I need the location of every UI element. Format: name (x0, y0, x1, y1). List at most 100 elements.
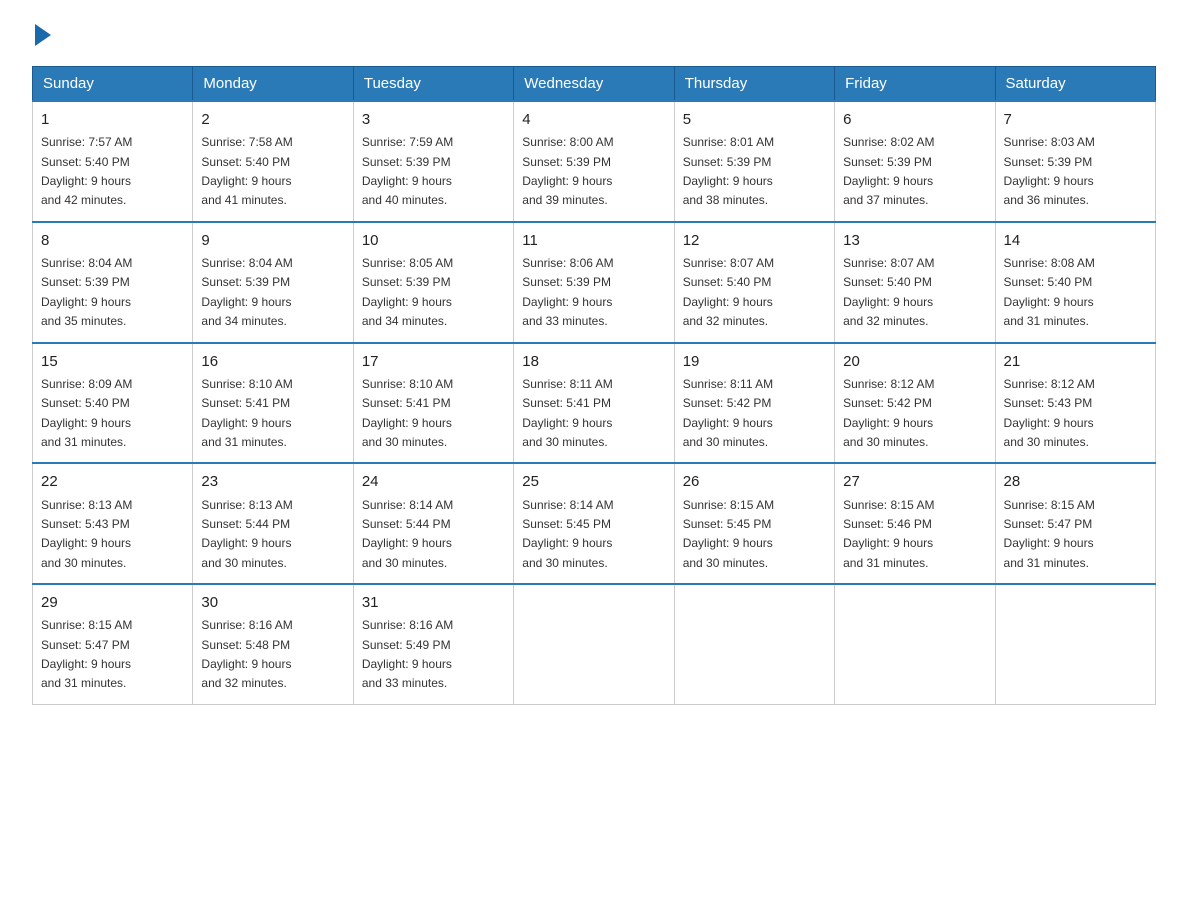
day-info: Sunrise: 8:02 AMSunset: 5:39 PMDaylight:… (843, 135, 934, 207)
day-info: Sunrise: 8:04 AMSunset: 5:39 PMDaylight:… (41, 256, 132, 328)
day-cell (835, 584, 995, 704)
day-cell: 17 Sunrise: 8:10 AMSunset: 5:41 PMDayligh… (353, 343, 513, 464)
day-number: 5 (683, 108, 826, 131)
day-cell: 31Sunrise: 8:16 AMSunset: 5:49 PMDayligh… (353, 584, 513, 704)
day-info: Sunrise: 7:59 AMSunset: 5:39 PMDaylight:… (362, 135, 453, 207)
day-info: Sunrise: 8:10 AMSunset: 5:41 PMDaylight:… (362, 377, 453, 449)
day-number: 17 (362, 350, 505, 373)
day-info: Sunrise: 8:07 AMSunset: 5:40 PMDaylight:… (683, 256, 774, 328)
day-cell: 8 Sunrise: 8:04 AMSunset: 5:39 PMDaylight… (33, 222, 193, 343)
day-info: Sunrise: 8:11 AMSunset: 5:41 PMDaylight:… (522, 377, 613, 449)
day-info: Sunrise: 8:14 AMSunset: 5:45 PMDaylight:… (522, 498, 613, 570)
day-number: 26 (683, 470, 826, 493)
day-info: Sunrise: 8:15 AMSunset: 5:45 PMDaylight:… (683, 498, 774, 570)
day-cell: 28 Sunrise: 8:15 AMSunset: 5:47 PMDayligh… (995, 463, 1155, 584)
day-number: 31 (362, 591, 505, 614)
day-cell (514, 584, 674, 704)
day-info: Sunrise: 8:03 AMSunset: 5:39 PMDaylight:… (1004, 135, 1095, 207)
week-row-2: 8 Sunrise: 8:04 AMSunset: 5:39 PMDaylight… (33, 222, 1156, 343)
week-row-5: 29 Sunrise: 8:15 AMSunset: 5:47 PMDayligh… (33, 584, 1156, 704)
day-info: Sunrise: 8:12 AMSunset: 5:43 PMDaylight:… (1004, 377, 1095, 449)
day-info: Sunrise: 8:05 AMSunset: 5:39 PMDaylight:… (362, 256, 453, 328)
day-number: 23 (201, 470, 344, 493)
day-cell: 4 Sunrise: 8:00 AMSunset: 5:39 PMDaylight… (514, 101, 674, 222)
day-info: Sunrise: 8:15 AMSunset: 5:47 PMDaylight:… (41, 618, 132, 690)
day-number: 28 (1004, 470, 1147, 493)
day-info: Sunrise: 8:00 AMSunset: 5:39 PMDaylight:… (522, 135, 613, 207)
day-cell: 7 Sunrise: 8:03 AMSunset: 5:39 PMDaylight… (995, 101, 1155, 222)
day-cell: 26 Sunrise: 8:15 AMSunset: 5:45 PMDayligh… (674, 463, 834, 584)
day-cell: 5 Sunrise: 8:01 AMSunset: 5:39 PMDaylight… (674, 101, 834, 222)
day-info: Sunrise: 8:13 AMSunset: 5:43 PMDaylight:… (41, 498, 132, 570)
day-cell: 27Sunrise: 8:15 AMSunset: 5:46 PMDayligh… (835, 463, 995, 584)
day-cell (674, 584, 834, 704)
day-cell: 15Sunrise: 8:09 AMSunset: 5:40 PMDayligh… (33, 343, 193, 464)
day-number: 10 (362, 229, 505, 252)
day-cell: 23 Sunrise: 8:13 AMSunset: 5:44 PMDayligh… (193, 463, 353, 584)
day-cell: 20 Sunrise: 8:12 AMSunset: 5:42 PMDayligh… (835, 343, 995, 464)
day-cell: 22 Sunrise: 8:13 AMSunset: 5:43 PMDayligh… (33, 463, 193, 584)
day-info: Sunrise: 8:04 AMSunset: 5:39 PMDaylight:… (201, 256, 292, 328)
weekday-header-tuesday: Tuesday (353, 67, 513, 102)
day-cell: 3 Sunrise: 7:59 AMSunset: 5:39 PMDaylight… (353, 101, 513, 222)
weekday-header-sunday: Sunday (33, 67, 193, 102)
day-cell: 11 Sunrise: 8:06 AMSunset: 5:39 PMDayligh… (514, 222, 674, 343)
day-number: 21 (1004, 350, 1147, 373)
day-info: Sunrise: 8:15 AMSunset: 5:46 PMDaylight:… (843, 498, 934, 570)
day-number: 1 (41, 108, 184, 131)
day-number: 29 (41, 591, 184, 614)
calendar-table: SundayMondayTuesdayWednesdayThursdayFrid… (32, 66, 1156, 705)
day-cell: 9Sunrise: 8:04 AMSunset: 5:39 PMDaylight… (193, 222, 353, 343)
day-cell: 10 Sunrise: 8:05 AMSunset: 5:39 PMDayligh… (353, 222, 513, 343)
day-cell (995, 584, 1155, 704)
day-number: 20 (843, 350, 986, 373)
day-cell: 30Sunrise: 8:16 AMSunset: 5:48 PMDayligh… (193, 584, 353, 704)
day-number: 4 (522, 108, 665, 131)
week-row-4: 22 Sunrise: 8:13 AMSunset: 5:43 PMDayligh… (33, 463, 1156, 584)
day-number: 8 (41, 229, 184, 252)
day-info: Sunrise: 8:06 AMSunset: 5:39 PMDaylight:… (522, 256, 613, 328)
day-cell: 14Sunrise: 8:08 AMSunset: 5:40 PMDayligh… (995, 222, 1155, 343)
weekday-header-saturday: Saturday (995, 67, 1155, 102)
weekday-header-friday: Friday (835, 67, 995, 102)
day-number: 24 (362, 470, 505, 493)
day-info: Sunrise: 8:01 AMSunset: 5:39 PMDaylight:… (683, 135, 774, 207)
day-cell: 12 Sunrise: 8:07 AMSunset: 5:40 PMDayligh… (674, 222, 834, 343)
day-number: 25 (522, 470, 665, 493)
day-info: Sunrise: 7:57 AMSunset: 5:40 PMDaylight:… (41, 135, 132, 207)
day-number: 6 (843, 108, 986, 131)
day-cell: 19Sunrise: 8:11 AMSunset: 5:42 PMDayligh… (674, 343, 834, 464)
day-cell: 6 Sunrise: 8:02 AMSunset: 5:39 PMDaylight… (835, 101, 995, 222)
week-row-3: 15Sunrise: 8:09 AMSunset: 5:40 PMDayligh… (33, 343, 1156, 464)
day-info: Sunrise: 8:16 AMSunset: 5:48 PMDaylight:… (201, 618, 292, 690)
day-number: 11 (522, 229, 665, 252)
weekday-header-row: SundayMondayTuesdayWednesdayThursdayFrid… (33, 67, 1156, 102)
day-cell: 29 Sunrise: 8:15 AMSunset: 5:47 PMDayligh… (33, 584, 193, 704)
weekday-header-wednesday: Wednesday (514, 67, 674, 102)
day-number: 7 (1004, 108, 1147, 131)
day-number: 16 (201, 350, 344, 373)
day-info: Sunrise: 8:11 AMSunset: 5:42 PMDaylight:… (683, 377, 774, 449)
day-cell: 21 Sunrise: 8:12 AMSunset: 5:43 PMDayligh… (995, 343, 1155, 464)
day-number: 22 (41, 470, 184, 493)
day-number: 3 (362, 108, 505, 131)
header (32, 24, 1156, 46)
day-cell: 2 Sunrise: 7:58 AMSunset: 5:40 PMDaylight… (193, 101, 353, 222)
weekday-header-thursday: Thursday (674, 67, 834, 102)
week-row-1: 1 Sunrise: 7:57 AMSunset: 5:40 PMDaylight… (33, 101, 1156, 222)
day-info: Sunrise: 8:13 AMSunset: 5:44 PMDaylight:… (201, 498, 292, 570)
day-cell: 18Sunrise: 8:11 AMSunset: 5:41 PMDayligh… (514, 343, 674, 464)
logo (32, 24, 51, 46)
day-number: 15 (41, 350, 184, 373)
day-info: Sunrise: 7:58 AMSunset: 5:40 PMDaylight:… (201, 135, 292, 207)
day-info: Sunrise: 8:08 AMSunset: 5:40 PMDaylight:… (1004, 256, 1095, 328)
day-number: 2 (201, 108, 344, 131)
day-number: 13 (843, 229, 986, 252)
day-info: Sunrise: 8:15 AMSunset: 5:47 PMDaylight:… (1004, 498, 1095, 570)
day-info: Sunrise: 8:12 AMSunset: 5:42 PMDaylight:… (843, 377, 934, 449)
day-cell: 24 Sunrise: 8:14 AMSunset: 5:44 PMDayligh… (353, 463, 513, 584)
weekday-header-monday: Monday (193, 67, 353, 102)
day-cell: 16Sunrise: 8:10 AMSunset: 5:41 PMDayligh… (193, 343, 353, 464)
day-info: Sunrise: 8:14 AMSunset: 5:44 PMDaylight:… (362, 498, 453, 570)
day-number: 12 (683, 229, 826, 252)
